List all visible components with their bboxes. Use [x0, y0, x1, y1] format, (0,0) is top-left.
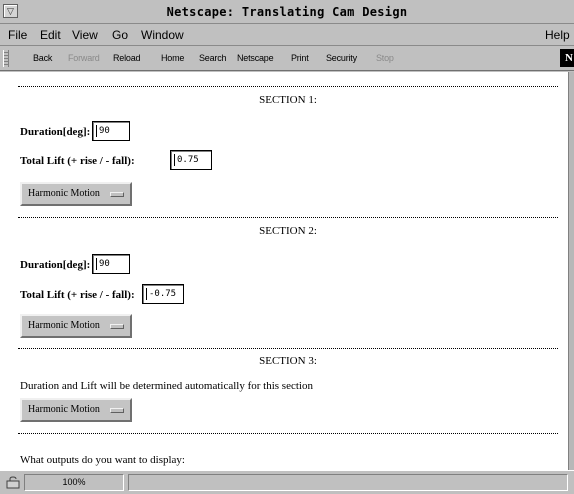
netscape-logo-icon[interactable]: N: [560, 49, 574, 67]
section-1-lift-input[interactable]: 0.75: [170, 150, 212, 170]
section-3-motion-select[interactable]: Harmonic Motion: [20, 398, 132, 422]
section-2-motion-value: Harmonic Motion: [28, 320, 100, 331]
section-1-lift-label: Total Lift (+ rise / - fall):: [20, 155, 135, 167]
section-2-title: SECTION 2:: [259, 225, 317, 237]
zoom-level: 100%: [24, 474, 124, 491]
vertical-scrollbar[interactable]: [568, 72, 574, 470]
section-1-motion-value: Harmonic Motion: [28, 188, 100, 199]
menu-file[interactable]: File: [8, 28, 27, 42]
status-bar: 100%: [0, 470, 574, 494]
menu-go[interactable]: Go: [112, 28, 128, 42]
home-button[interactable]: Home: [161, 53, 184, 63]
outputs-prompt: What outputs do you want to display:: [20, 454, 185, 466]
menu-window[interactable]: Window: [141, 28, 184, 42]
navigation-toolbar: Back Forward Reload Home Search Netscape…: [0, 47, 574, 71]
section-divider: [18, 86, 558, 87]
option-menu-indicator-icon: [110, 408, 124, 413]
menu-view[interactable]: View: [72, 28, 98, 42]
section-divider: [18, 217, 558, 218]
forward-button[interactable]: Forward: [68, 53, 100, 63]
section-2-lift-input[interactable]: -0.75: [142, 284, 184, 304]
section-1-title: SECTION 1:: [259, 94, 317, 106]
section-3-note: Duration and Lift will be determined aut…: [20, 380, 313, 392]
section-2-duration-input[interactable]: 90: [92, 254, 130, 274]
status-message: [128, 474, 568, 491]
netscape-button[interactable]: Netscape: [237, 53, 274, 63]
toolbar-grip-handle[interactable]: [3, 50, 9, 67]
search-button[interactable]: Search: [199, 53, 227, 63]
section-1-duration-label: Duration[deg]:: [20, 126, 91, 138]
section-2-duration-label: Duration[deg]:: [20, 259, 91, 271]
section-2-motion-select[interactable]: Harmonic Motion: [20, 314, 132, 338]
security-button[interactable]: Security: [326, 53, 357, 63]
section-3-title: SECTION 3:: [259, 355, 317, 367]
reload-button[interactable]: Reload: [113, 53, 141, 63]
menu-bar: File Edit View Go Window Help: [0, 24, 574, 46]
option-menu-indicator-icon: [110, 324, 124, 329]
print-button[interactable]: Print: [291, 53, 309, 63]
menu-edit[interactable]: Edit: [40, 28, 61, 42]
section-divider: [18, 348, 558, 349]
section-1-duration-input[interactable]: 90: [92, 121, 130, 141]
section-2-lift-label: Total Lift (+ rise / - fall):: [20, 289, 135, 301]
section-divider: [18, 433, 558, 434]
section-1-motion-select[interactable]: Harmonic Motion: [20, 182, 132, 206]
page-content: SECTION 1: Duration[deg]: 90 Total Lift …: [0, 72, 568, 470]
menu-help[interactable]: Help: [545, 28, 570, 42]
option-menu-indicator-icon: [110, 192, 124, 197]
window-title: Netscape: Translating Cam Design: [166, 5, 408, 19]
back-button[interactable]: Back: [33, 53, 52, 63]
title-bar: ▽ Netscape: Translating Cam Design: [0, 0, 574, 24]
stop-button[interactable]: Stop: [376, 53, 394, 63]
section-3-motion-value: Harmonic Motion: [28, 404, 100, 415]
security-lock-icon[interactable]: [6, 476, 20, 489]
